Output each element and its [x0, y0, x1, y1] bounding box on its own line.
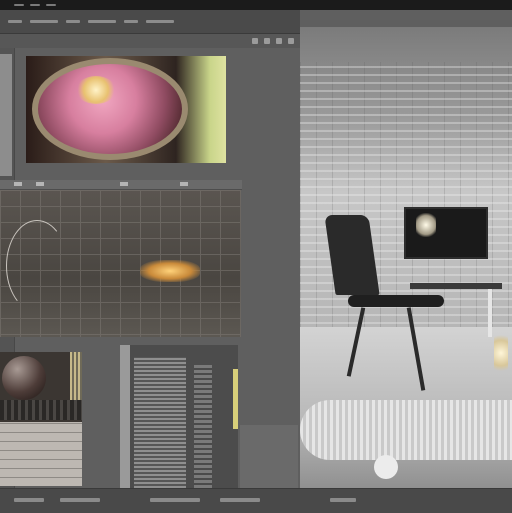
preview-grid-scene[interactable]: [0, 190, 241, 337]
menu-icon[interactable]: [8, 20, 22, 23]
toolbar-icon[interactable]: [252, 38, 258, 44]
couch: [300, 400, 512, 460]
header-marker: [14, 182, 22, 186]
header-marker: [36, 182, 44, 186]
toolbar-icon[interactable]: [264, 38, 270, 44]
deck: [0, 400, 82, 420]
toolbar: [0, 34, 300, 48]
screen-glow: [416, 213, 436, 237]
menu-icon[interactable]: [66, 20, 80, 23]
toolbar-icon[interactable]: [288, 38, 294, 44]
toolbar-icon[interactable]: [276, 38, 282, 44]
lamp: [494, 333, 508, 373]
preview-sphere[interactable]: [0, 352, 82, 486]
title-bar: [0, 0, 512, 10]
header-marker: [180, 182, 188, 186]
desk-leg: [488, 289, 492, 337]
material-ball: [32, 58, 188, 160]
status-icon[interactable]: [220, 498, 260, 502]
panel-header: [0, 180, 242, 190]
render-view[interactable]: [300, 27, 512, 490]
preview-gray[interactable]: [240, 425, 298, 488]
line-pattern: [134, 357, 186, 488]
header-marker: [120, 182, 128, 186]
window-blinds: [300, 62, 512, 332]
app-window: [0, 0, 512, 513]
guide-curve: [6, 220, 68, 312]
window-control-icon[interactable]: [46, 4, 56, 6]
highlight: [76, 76, 116, 104]
menu-icon[interactable]: [88, 20, 116, 23]
status-icon[interactable]: [14, 498, 44, 502]
menu-bar: [0, 10, 300, 34]
brick-wall: [0, 422, 82, 486]
preview-strip[interactable]: [0, 54, 12, 176]
status-icon[interactable]: [150, 498, 200, 502]
line-pattern: [194, 365, 212, 488]
bar: [120, 345, 130, 488]
couch-wheel: [374, 455, 398, 479]
stripe: [70, 352, 82, 400]
status-icon[interactable]: [60, 498, 100, 502]
menu-icon[interactable]: [124, 20, 138, 23]
chair-seat: [348, 295, 444, 307]
light-glow: [140, 260, 200, 282]
preview-lines[interactable]: [120, 345, 238, 488]
window-control-icon[interactable]: [30, 4, 40, 6]
menu-icon[interactable]: [146, 20, 174, 23]
status-icon[interactable]: [330, 498, 356, 502]
status-bar: [0, 488, 512, 513]
monitor: [404, 207, 488, 259]
accent-bar: [233, 369, 238, 429]
menu-icon[interactable]: [30, 20, 58, 23]
preview-pink-material[interactable]: [26, 56, 226, 163]
window-control-icon[interactable]: [14, 4, 24, 6]
sphere: [2, 356, 46, 400]
